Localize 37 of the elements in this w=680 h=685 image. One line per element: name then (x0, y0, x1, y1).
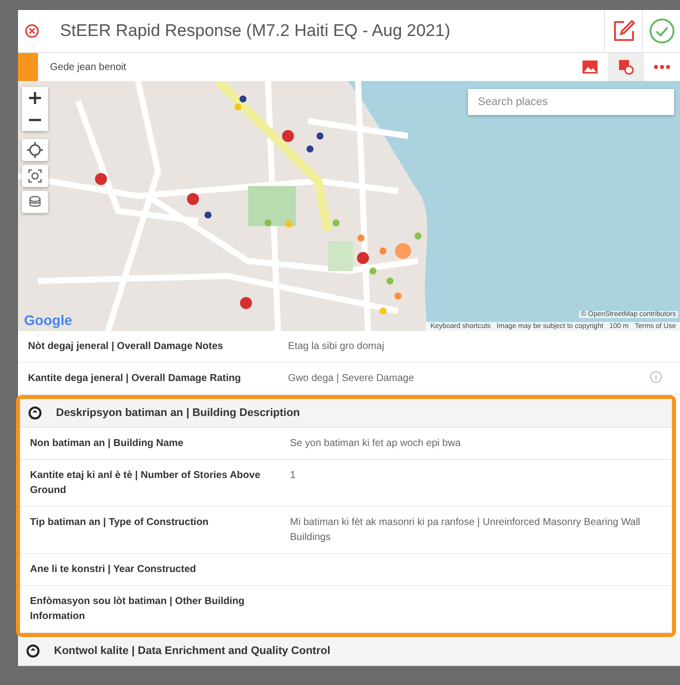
fullscreen-button[interactable] (22, 165, 48, 187)
collapse-icon[interactable] (26, 644, 40, 658)
field-label: Kantite etaj ki anl è tè | Number of Stories Above Ground (30, 469, 262, 498)
more-icon (654, 65, 670, 69)
field-label: Non batiman an | Building Name (30, 437, 184, 451)
zoom-out-button[interactable] (22, 109, 48, 131)
field-value: Se yon batiman ki fet ap woch epi bwa (290, 437, 462, 451)
field-label: Kantite dega jeneral | Overall Damage Rating (28, 372, 242, 386)
locate-button[interactable] (22, 139, 48, 161)
layers-button[interactable] (22, 191, 48, 213)
dialog-title: StEER Rapid Response (M7.2 Haiti EQ - Aug 2021) (59, 21, 452, 41)
field-value: 1 (290, 469, 297, 483)
zoom-in-button[interactable] (22, 87, 48, 109)
map-button[interactable] (608, 53, 644, 81)
field-label: Nòt degaj jeneral | Overall Damage Notes (28, 340, 224, 354)
field-label: Ane li te konstri | Year Constructed (30, 563, 197, 577)
crosshair-icon (27, 142, 43, 158)
check-icon (648, 18, 674, 44)
search-field[interactable]: Search places (468, 89, 674, 115)
field-value: Gwo dega | Severe Damage (288, 372, 416, 386)
close-icon[interactable] (25, 24, 39, 38)
field-label: Tip batiman an | Type of Construction (30, 516, 210, 530)
field-value: Etag la sibi gro domaj (288, 340, 386, 354)
minus-icon (28, 118, 42, 122)
fullscreen-icon (28, 169, 42, 183)
section-title[interactable]: Deskripsyon batiman an | Building Description (56, 407, 300, 419)
image-icon (582, 60, 598, 74)
plus-icon (28, 91, 42, 105)
field-label: Enfòmasyon sou lòt batiman | Other Building Information (30, 595, 246, 624)
status-strip (18, 53, 38, 81)
collapse-icon[interactable] (28, 406, 42, 420)
edit-icon (612, 19, 636, 43)
layers-icon (28, 195, 42, 209)
record-subtitle: Gede jean benoit (49, 62, 128, 72)
section-title[interactable]: Kontwol kalite | Data Enrichment and Quality Control (54, 645, 330, 657)
field-value: Mi batiman ki fèt ak masonri ki pa ranfose | Unreinforced Masonry Bearing Wall Buildings (290, 516, 642, 545)
map-logo: Google (24, 312, 72, 328)
